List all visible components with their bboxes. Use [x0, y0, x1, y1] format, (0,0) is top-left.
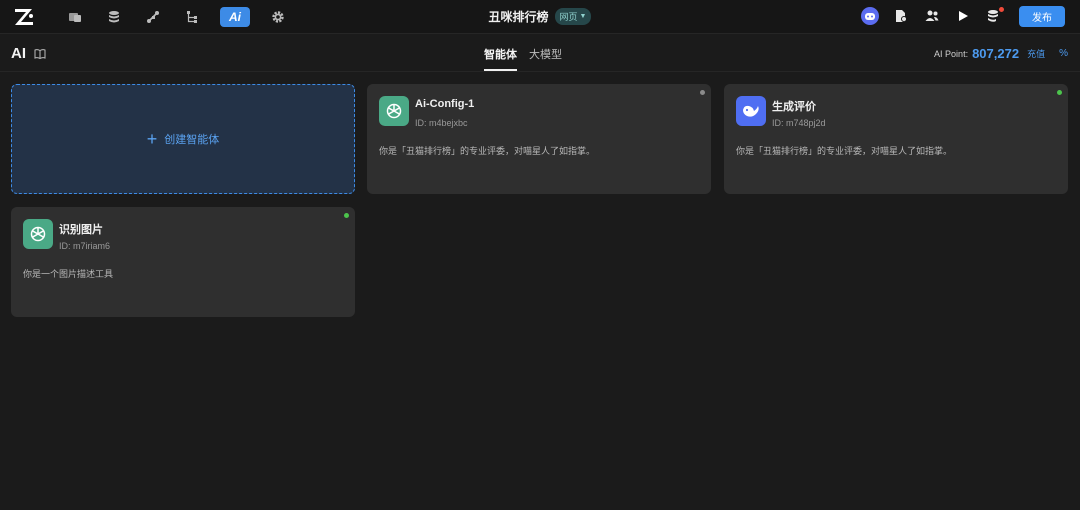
agent-card[interactable]: Ai-Config-1 ID: m4bejxbc 你是「丑猫排行榜」的专业评委，…: [367, 84, 711, 194]
points-value: 807,272: [972, 46, 1020, 61]
top-toolbar: Ai 丑咪排行榜 网页 ▼ 发布: [0, 0, 1080, 34]
tool-icon-group: Ai: [64, 5, 306, 29]
notification-dot: [999, 7, 1004, 12]
publish-button[interactable]: 发布: [1019, 6, 1065, 27]
agent-name: 识别图片: [59, 224, 103, 236]
agent-id: ID: m7iriam6: [59, 241, 111, 251]
agent-name: 生成评价: [772, 101, 816, 113]
window-icon[interactable]: [64, 6, 86, 28]
ai-points: AI Point: 807,272 充值 %: [934, 46, 1068, 61]
chevron-down-icon: ▼: [579, 13, 587, 20]
percent-icon[interactable]: %: [1059, 48, 1068, 59]
section-tabs: 智能体 大模型: [484, 46, 574, 71]
recharge-link[interactable]: 充值: [1027, 47, 1045, 60]
ai-tool-label: Ai: [229, 10, 241, 24]
status-dot: [700, 90, 705, 95]
tab-models[interactable]: 大模型: [529, 46, 562, 71]
create-agent-label: 创建智能体: [164, 134, 220, 146]
app-logo-icon[interactable]: [12, 5, 36, 29]
agent-name: Ai-Config-1: [415, 98, 475, 110]
book-icon[interactable]: [34, 47, 46, 60]
plus-icon: +: [146, 129, 158, 149]
gear-icon[interactable]: [267, 6, 289, 28]
page-type-dropdown[interactable]: 网页 ▼: [554, 8, 592, 25]
agent-card[interactable]: 识别图片 ID: m7iriam6 你是一个图片描述工具: [11, 207, 355, 317]
status-dot: [344, 213, 349, 218]
database-sync-icon[interactable]: [984, 6, 1004, 26]
database-icon[interactable]: [103, 6, 125, 28]
openai-icon: [379, 96, 409, 126]
page-title: AI: [11, 45, 26, 62]
flow-icon[interactable]: [142, 6, 164, 28]
agent-description: 你是一个图片描述工具: [23, 269, 114, 279]
document-settings-icon[interactable]: [891, 6, 911, 26]
deepseek-whale-icon: [736, 96, 766, 126]
openai-icon: [23, 219, 53, 249]
play-icon[interactable]: [953, 6, 973, 26]
ai-icon[interactable]: Ai: [220, 7, 250, 27]
tree-icon[interactable]: [181, 6, 203, 28]
agent-id: ID: m4bejxbc: [415, 118, 468, 128]
agent-card[interactable]: 生成评价 ID: m748pj2d 你是「丑猫排行榜」的专业评委，对喵星人了如指…: [724, 84, 1068, 194]
points-label: AI Point:: [934, 48, 969, 59]
users-icon[interactable]: [922, 6, 942, 26]
agent-id: ID: m748pj2d: [772, 118, 826, 128]
page-type-label: 网页: [559, 12, 578, 22]
status-dot: [1057, 90, 1062, 95]
topbar-actions: [849, 6, 1004, 26]
agent-description: 你是「丑猫排行榜」的专业评委，对喵星人了如指掌。: [736, 146, 953, 156]
section-header: AI 智能体 大模型 AI Point: 807,272 充值 %: [0, 35, 1080, 72]
assistant-avatar-icon[interactable]: [860, 6, 880, 26]
create-agent-button[interactable]: + 创建智能体: [11, 84, 355, 194]
app-title: 丑咪排行榜: [488, 10, 549, 24]
agent-description: 你是「丑猫排行榜」的专业评委，对喵星人了如指掌。: [379, 146, 596, 156]
tab-agents[interactable]: 智能体: [484, 46, 517, 71]
